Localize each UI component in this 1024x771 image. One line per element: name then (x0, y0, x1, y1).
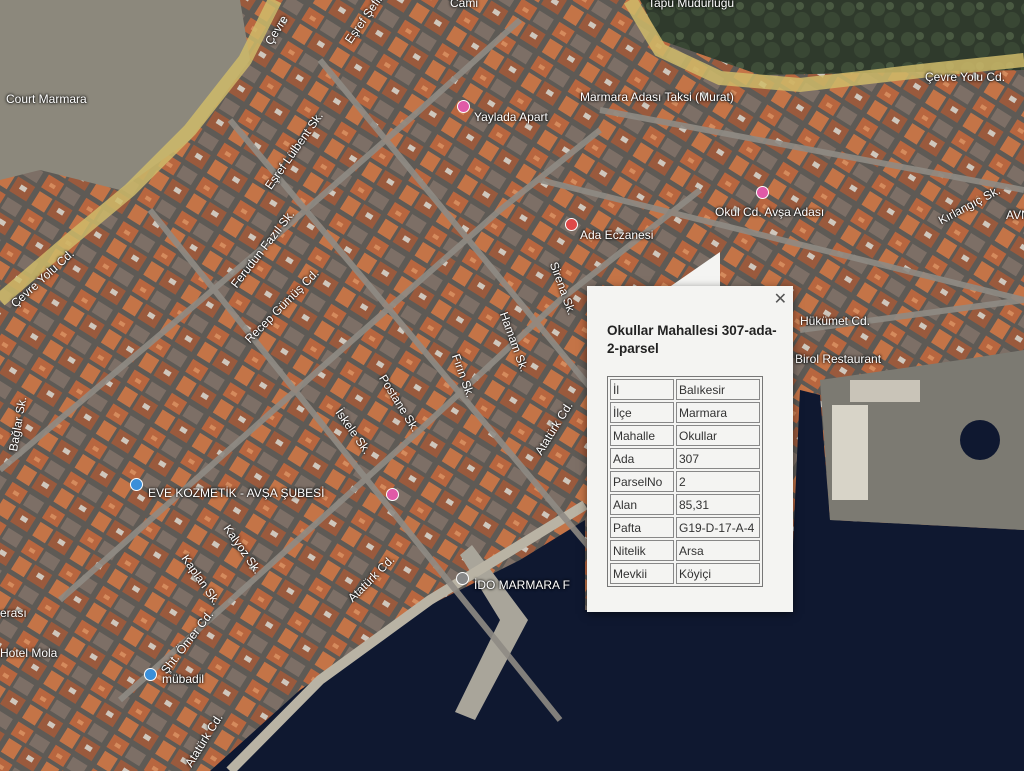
attr-value: G19-D-17-A-4 (676, 517, 760, 538)
attr-value: Balıkesir (676, 379, 760, 400)
table-row: Pafta G19-D-17-A-4 (610, 517, 760, 538)
place-pin-icon[interactable] (756, 186, 769, 199)
attr-value: 307 (676, 448, 760, 469)
attr-key: İlçe (610, 402, 674, 423)
map-label-taksi: Marmara Adası Taksi (Murat) (580, 90, 734, 104)
place-pin-icon[interactable] (386, 488, 399, 501)
table-row: Nitelik Arsa (610, 540, 760, 561)
table-row: Mevkii Köyiçi (610, 563, 760, 584)
attr-key: Mevkii (610, 563, 674, 584)
popup-pointer (668, 252, 720, 288)
map-label-birol: Birol Restaurant (795, 352, 882, 366)
attr-key: Mahalle (610, 425, 674, 446)
map-label-tapu: Tapu Müdürlüğü (648, 0, 735, 10)
place-pin-icon[interactable] (457, 100, 470, 113)
map-label-eczane: Ada Eczanesi (580, 228, 654, 242)
attr-value: Marmara (676, 402, 760, 423)
attr-key: ParselNo (610, 471, 674, 492)
attr-value: Köyiçi (676, 563, 760, 584)
attr-key: Pafta (610, 517, 674, 538)
attr-value: Arsa (676, 540, 760, 561)
table-row: ParselNo 2 (610, 471, 760, 492)
table-row: İlçe Marmara (610, 402, 760, 423)
table-row: Mahalle Okullar (610, 425, 760, 446)
attr-key: Nitelik (610, 540, 674, 561)
map-label-cami: Cami (450, 0, 479, 10)
map-label-eve: EVE KOZMETİK - AVŞA ŞUBESİ (148, 486, 325, 500)
map-label-erasi: erası (0, 606, 27, 620)
table-row: İl Balıkesir (610, 379, 760, 400)
attr-value: 85,31 (676, 494, 760, 515)
attr-key: İl (610, 379, 674, 400)
table-row: Alan 85,31 (610, 494, 760, 515)
map-label-cevre-right: Çevre Yolu Cd. (925, 70, 1006, 84)
parcel-info-popup: ✕ Okullar Mahallesi 307-ada-2-parsel İl B… (587, 286, 793, 612)
ferry-pin-icon[interactable] (456, 572, 469, 585)
attr-key: Alan (610, 494, 674, 515)
attr-value: 2 (676, 471, 760, 492)
shop-pin-icon[interactable] (130, 478, 143, 491)
pharmacy-pin-icon[interactable] (565, 218, 578, 231)
shop-pin-icon[interactable] (144, 668, 157, 681)
close-icon[interactable]: ✕ (774, 289, 787, 309)
map-label-yaylada: Yaylada Apart (474, 110, 548, 124)
map-label-mubadil: mübadil (162, 672, 205, 686)
map-label-ido: İDO MARMARA F (474, 578, 571, 592)
map-label-avni: AVNİ (1006, 208, 1024, 222)
parcel-attributes-table: İl Balıkesir İlçe Marmara Mahalle Okullar A… (607, 376, 763, 587)
map-label-court: Court Marmara (6, 92, 87, 106)
attr-value: Okullar (676, 425, 760, 446)
map-label-okul-cd: Okul Cd. Avşa Adası (715, 205, 825, 219)
table-row: Ada 307 (610, 448, 760, 469)
map-label-hotel: Hotel Mola (0, 646, 58, 660)
attr-key: Ada (610, 448, 674, 469)
popup-title: Okullar Mahallesi 307-ada-2-parsel (607, 323, 777, 356)
map-label-hukumet: Hükümet Cd. (800, 314, 871, 328)
